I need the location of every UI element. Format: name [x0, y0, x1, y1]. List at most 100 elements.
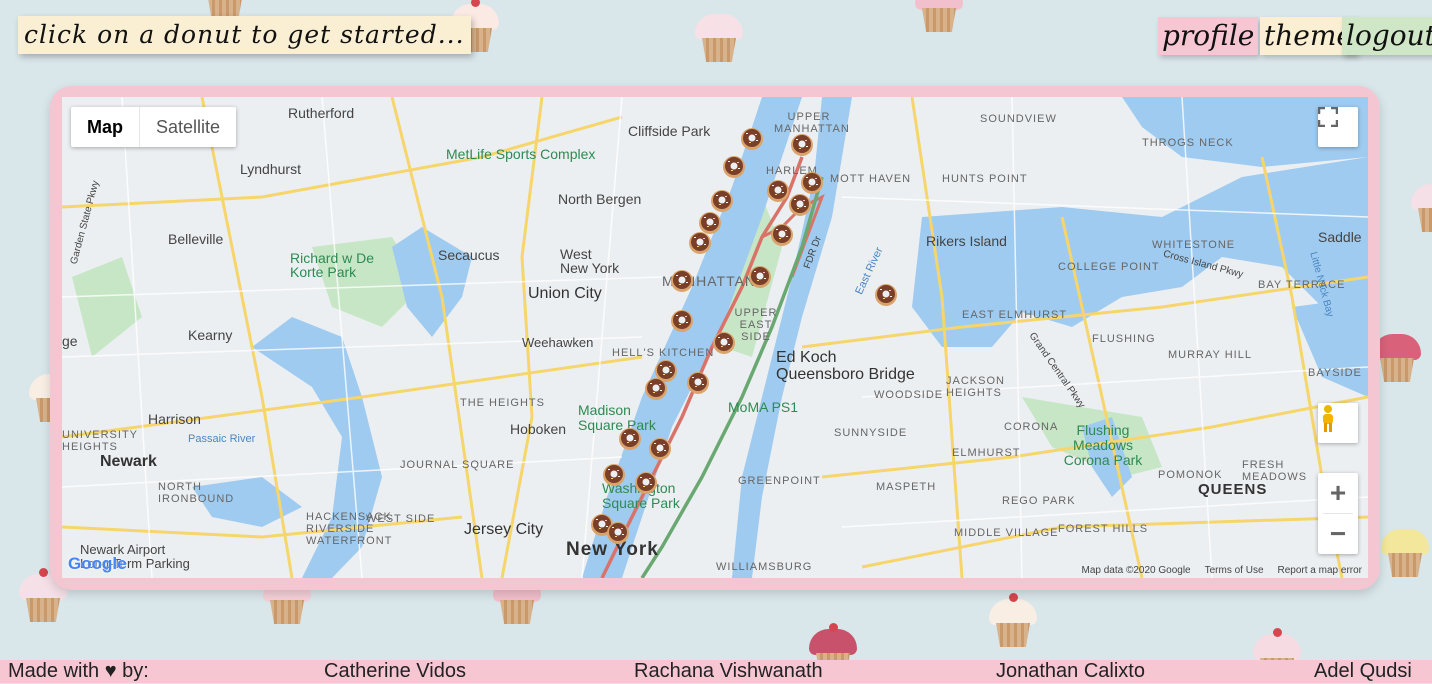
map-label: WOODSIDE [874, 389, 944, 401]
map-label: UPPER MANHATTAN [774, 111, 850, 135]
map-label: Kearny [188, 327, 233, 343]
donut-marker[interactable] [618, 427, 642, 451]
map-label: Flushing Meadows Corona Park [1063, 422, 1143, 468]
google-logo[interactable]: Google [68, 554, 127, 574]
map-label: BAY TERRACE [1258, 279, 1346, 291]
map-frame: Rutherford Lyndhurst Cliffside Park MetL… [50, 86, 1380, 590]
cupcake-decoration [986, 593, 1040, 649]
map-label: Saddle [1318, 229, 1362, 245]
donut-marker[interactable] [648, 437, 672, 461]
map-label: MURRAY HILL [1168, 349, 1252, 361]
author-name: Jonathan Calixto [996, 660, 1145, 682]
map-label: THROGS NECK [1142, 137, 1234, 149]
cupcake-decoration [1408, 180, 1432, 234]
donut-marker[interactable] [670, 309, 694, 333]
donut-marker[interactable] [606, 521, 630, 545]
cupcake-decoration [1378, 525, 1432, 579]
map-attribution: Map data ©2020 Google Terms of Use Repor… [1081, 565, 1362, 576]
map-label: MASPETH [876, 481, 937, 493]
donut-marker[interactable] [800, 171, 824, 195]
map-label: Richard w De Korte Park [290, 250, 375, 280]
map-label: NORTH IRONBOUND [158, 481, 235, 505]
map-label: THE HEIGHTS [460, 397, 545, 409]
map-label: Passaic River [188, 433, 256, 445]
map-label: Ed Koch Queensboro Bridge [776, 349, 915, 383]
map-label: ELMHURST [952, 447, 1021, 459]
donut-marker[interactable] [602, 463, 626, 487]
street-view-pegman-button[interactable] [1318, 403, 1358, 443]
report-map-error-link[interactable]: Report a map error [1278, 565, 1362, 576]
map-label: JACKSON HEIGHTS [946, 375, 1005, 399]
get-started-prompt: click on a donut to get started... [18, 16, 471, 54]
map-label: WILLIAMSBURG [716, 561, 813, 573]
map-label: FRESH MEADOWS [1242, 459, 1308, 483]
map-label: JOURNAL SQUARE [400, 459, 515, 471]
map-label: Lyndhurst [240, 161, 301, 177]
donut-marker[interactable] [688, 231, 712, 255]
donut-marker[interactable] [788, 193, 812, 217]
map-label: FLUSHING [1092, 333, 1156, 345]
donut-marker[interactable] [770, 223, 794, 247]
map-label: REGO PARK [1002, 495, 1076, 507]
map-label: POMONOK [1158, 469, 1223, 481]
donut-marker[interactable] [740, 127, 764, 151]
donut-marker[interactable] [644, 377, 668, 401]
map-label: HELL'S KITCHEN [612, 347, 715, 359]
map-label: MOTT HAVEN [830, 173, 912, 185]
donut-marker[interactable] [710, 189, 734, 213]
map-type-map-button[interactable]: Map [71, 107, 139, 147]
terms-of-use-link[interactable]: Terms of Use [1205, 565, 1264, 576]
map-canvas[interactable]: Rutherford Lyndhurst Cliffside Park MetL… [62, 97, 1368, 578]
made-with-label: Made with ♥ by: [8, 660, 149, 682]
nav-profile[interactable]: profile [1158, 17, 1259, 55]
donut-marker[interactable] [670, 269, 694, 293]
map-label: UNIVERSITY HEIGHTS [62, 429, 138, 453]
donut-marker[interactable] [686, 371, 710, 395]
donut-marker[interactable] [766, 179, 790, 203]
map-type-satellite-button[interactable]: Satellite [139, 107, 236, 147]
map-label: ge [62, 333, 78, 349]
map-type-control: Map Satellite [71, 107, 237, 147]
zoom-out-button[interactable]: − [1330, 514, 1346, 554]
donut-marker[interactable] [748, 265, 772, 289]
map-label: Newark [100, 453, 157, 470]
map-label: Rikers Island [926, 233, 1007, 249]
credits-footer: Made with ♥ by: Catherine Vidos Rachana … [0, 660, 1432, 683]
map-data-credit: Map data ©2020 Google [1081, 565, 1191, 576]
donut-marker[interactable] [634, 471, 658, 495]
map-label: West New York [560, 246, 620, 276]
map-label: WEST SIDE [366, 513, 436, 525]
zoom-in-button[interactable]: + [1330, 473, 1346, 513]
map-label: BAYSIDE [1308, 367, 1362, 379]
map-label: SOUNDVIEW [980, 113, 1057, 125]
pegman-icon [1323, 405, 1333, 432]
zoom-control: + − [1318, 473, 1358, 554]
donut-marker[interactable] [722, 155, 746, 179]
map-label: GREENPOINT [738, 475, 821, 487]
author-name: Rachana Vishwanath [634, 660, 823, 682]
author-name: Catherine Vidos [324, 660, 466, 682]
donut-marker[interactable] [712, 331, 736, 355]
map-label: North Bergen [558, 191, 642, 207]
donut-marker[interactable] [790, 133, 814, 157]
fullscreen-icon [1318, 107, 1338, 127]
donut-marker[interactable] [874, 283, 898, 307]
cupcake-decoration [692, 10, 746, 64]
author-name: Adel Qudsi [1314, 660, 1412, 682]
map-label: MetLife Sports Complex [446, 146, 596, 162]
map-label: Cliffside Park [628, 123, 711, 139]
map-label: EAST ELMHURST [962, 309, 1068, 321]
map-label: SUNNYSIDE [834, 427, 908, 439]
map-label: MIDDLE VILLAGE [954, 527, 1059, 539]
fullscreen-button[interactable] [1318, 107, 1358, 147]
map-label: Hoboken [510, 421, 567, 437]
map-label: Union City [528, 285, 602, 302]
map-label: Jersey City [464, 521, 544, 538]
map-label: Belleville [168, 231, 224, 247]
nav-logout[interactable]: logout [1342, 17, 1432, 55]
map-label: COLLEGE POINT [1058, 261, 1160, 273]
map-label: Secaucus [438, 247, 500, 263]
cupcake-decoration [912, 0, 966, 34]
map-label: HUNTS POINT [942, 173, 1028, 185]
map-label: CORONA [1004, 421, 1059, 433]
